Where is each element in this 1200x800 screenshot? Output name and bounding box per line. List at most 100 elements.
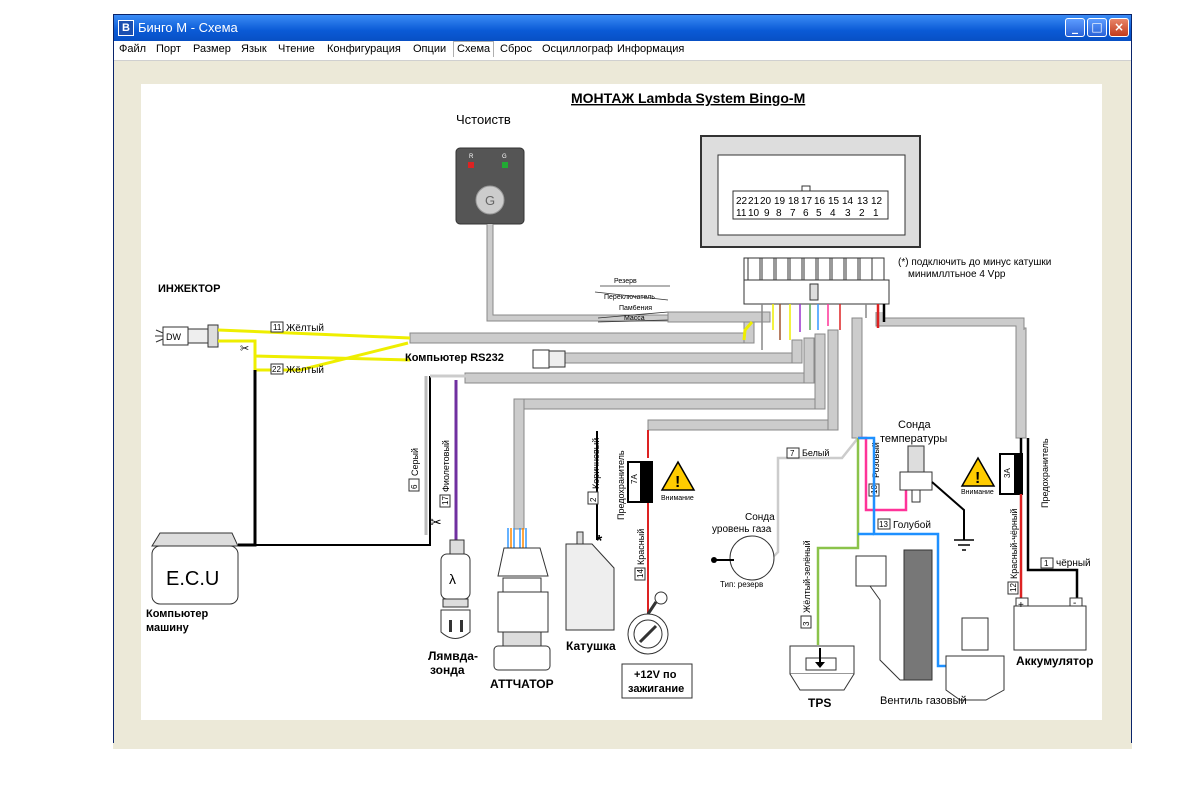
rs232-connector — [532, 349, 566, 369]
diagram-title: МОНТАЖ Lambda System Bingo-M — [571, 90, 805, 106]
switch-unit[interactable]: R G G — [455, 147, 525, 225]
svg-text:5: 5 — [816, 208, 822, 219]
svg-text:4: 4 — [830, 208, 836, 219]
coil-star: * — [596, 533, 603, 550]
switch-label: Чстоиств — [456, 112, 511, 127]
battery-plus-label: + — [1018, 600, 1024, 611]
svg-text:Фиолетовый: Фиолетовый — [441, 440, 451, 492]
svg-text:2: 2 — [859, 208, 865, 219]
svg-text:9: 9 — [764, 208, 770, 219]
svg-text:1: 1 — [1044, 559, 1049, 568]
rs232-label: Компьютер RS232 — [405, 352, 504, 364]
actuator-label: АТТЧАТОР — [490, 677, 554, 691]
svg-text:зажигание: зажигание — [628, 683, 684, 695]
svg-text:Пам6ения: Пам6ения — [619, 305, 652, 312]
tps-sensor[interactable] — [789, 645, 855, 691]
connector-pins-top: 22 21 20 19 18 17 16 15 14 13 12 — [736, 196, 883, 207]
ecu-unit[interactable]: E.C.U — [151, 532, 239, 605]
harness-connector — [743, 257, 890, 305]
battery[interactable]: + - — [1013, 597, 1087, 651]
svg-text:6: 6 — [803, 208, 809, 219]
svg-text:1: 1 — [873, 208, 879, 219]
svg-text:Красный-чёрный: Красный-чёрный — [1009, 509, 1019, 579]
svg-text:17: 17 — [801, 196, 813, 207]
svg-text:2: 2 — [589, 497, 598, 502]
svg-text:14: 14 — [636, 569, 645, 578]
svg-text:20: 20 — [760, 196, 772, 207]
gas-valve[interactable] — [855, 549, 1005, 701]
svg-text:7: 7 — [790, 208, 796, 219]
battery-label: Аккумулятор — [1016, 654, 1093, 668]
injector-icon: DW — [155, 324, 219, 348]
coil-label: Катушка — [566, 639, 616, 653]
wire-3-label: 3 Жёлтый-зелёный — [800, 540, 812, 629]
led-r-label: R — [469, 154, 474, 160]
warning-icon: ! — [660, 460, 696, 491]
wire-14-label: 14 Красный — [634, 529, 646, 581]
svg-text:Жёлтый: Жёлтый — [286, 323, 324, 334]
svg-text:22: 22 — [272, 365, 281, 374]
note-line-1: (*) подключить до минус катушки — [898, 257, 1051, 268]
ecu-label-2: машину — [146, 622, 190, 634]
svg-text:Резерв: Резерв — [614, 278, 637, 285]
control-unit[interactable]: 22 21 20 19 18 17 16 15 14 13 12 11 10 9… — [700, 135, 921, 248]
svg-text:14: 14 — [842, 196, 854, 207]
wire-13-label: 13 Голубой — [877, 518, 931, 531]
svg-text:Коричневый: Коричневый — [591, 438, 601, 489]
wire-6-label: 6 Серый — [408, 448, 420, 492]
ecu-label-1: Компьютер — [146, 608, 208, 620]
svg-text:22: 22 — [736, 196, 748, 207]
svg-text:17: 17 — [441, 496, 450, 505]
temp-sensor-label-1: Сонда — [898, 419, 932, 431]
note-line-2: минимллтьное 4 Vpp — [908, 269, 1006, 280]
led-red-icon — [468, 162, 474, 168]
svg-text:12: 12 — [1009, 583, 1018, 592]
svg-text:6: 6 — [410, 484, 419, 489]
wiring-diagram: МОНТАЖ Lambda System Bingo-M Чстоиств R … — [146, 90, 1093, 710]
svg-text:7A: 7A — [630, 474, 639, 484]
svg-text:DW: DW — [166, 332, 181, 342]
svg-text:8: 8 — [776, 208, 782, 219]
svg-text:Красный: Красный — [636, 529, 646, 565]
svg-text:чёрный: чёрный — [1056, 558, 1091, 569]
svg-text:!: ! — [675, 474, 680, 491]
warning-text: Внимание — [661, 495, 694, 502]
valve-label: Вентиль газовый — [880, 695, 967, 707]
svg-text:15: 15 — [828, 196, 840, 207]
ignition-coil[interactable] — [565, 531, 615, 631]
wire-12-label: 12 Красный-чёрный — [1007, 509, 1019, 595]
cut-icon: ✂ — [240, 343, 249, 355]
lambda-label-2: зонда — [430, 663, 465, 677]
svg-text:11: 11 — [736, 208, 747, 219]
svg-text:7: 7 — [790, 449, 795, 458]
led-green-icon — [502, 162, 508, 168]
actuator[interactable] — [493, 528, 551, 671]
fuse-3a-label: Предохранитель — [1040, 438, 1050, 508]
wire-11-label: 11 Жёлтый — [270, 321, 324, 334]
ignition-label-box: +12V по зажигание — [621, 663, 693, 699]
lambda-sensor[interactable]: λ — [440, 539, 471, 639]
svg-text:12: 12 — [871, 196, 883, 207]
svg-text:11: 11 — [273, 323, 282, 332]
fuse-7a-label: Предохранитель — [616, 450, 626, 520]
svg-text:16: 16 — [814, 196, 826, 207]
svg-text:10: 10 — [748, 208, 760, 219]
tps-label: TPS — [808, 696, 831, 710]
svg-text:Жёлтый: Жёлтый — [286, 365, 324, 376]
switch-button-label: G — [485, 193, 495, 208]
svg-text:18: 18 — [788, 196, 800, 207]
wire-2-label: 2 Коричневый — [587, 438, 601, 505]
wire-1-label: 1 чёрный — [1040, 557, 1091, 569]
svg-text:3A: 3A — [1003, 468, 1012, 478]
gas-level-sensor[interactable] — [711, 535, 775, 581]
wire-17-label: 17 Фиолетовый — [439, 440, 451, 508]
svg-text:Белый: Белый — [802, 448, 829, 458]
svg-text:3: 3 — [802, 621, 811, 626]
svg-text:Розовый: Розовый — [871, 442, 881, 478]
wire-7-label: 7 Белый — [786, 447, 829, 459]
fuse-7a[interactable]: 7A — [627, 461, 653, 503]
svg-text:+12V по: +12V по — [634, 669, 677, 681]
fuse-3a[interactable]: 3A — [999, 453, 1023, 495]
svg-text:13: 13 — [879, 520, 888, 529]
warning-icon-2: ! — [960, 456, 996, 487]
